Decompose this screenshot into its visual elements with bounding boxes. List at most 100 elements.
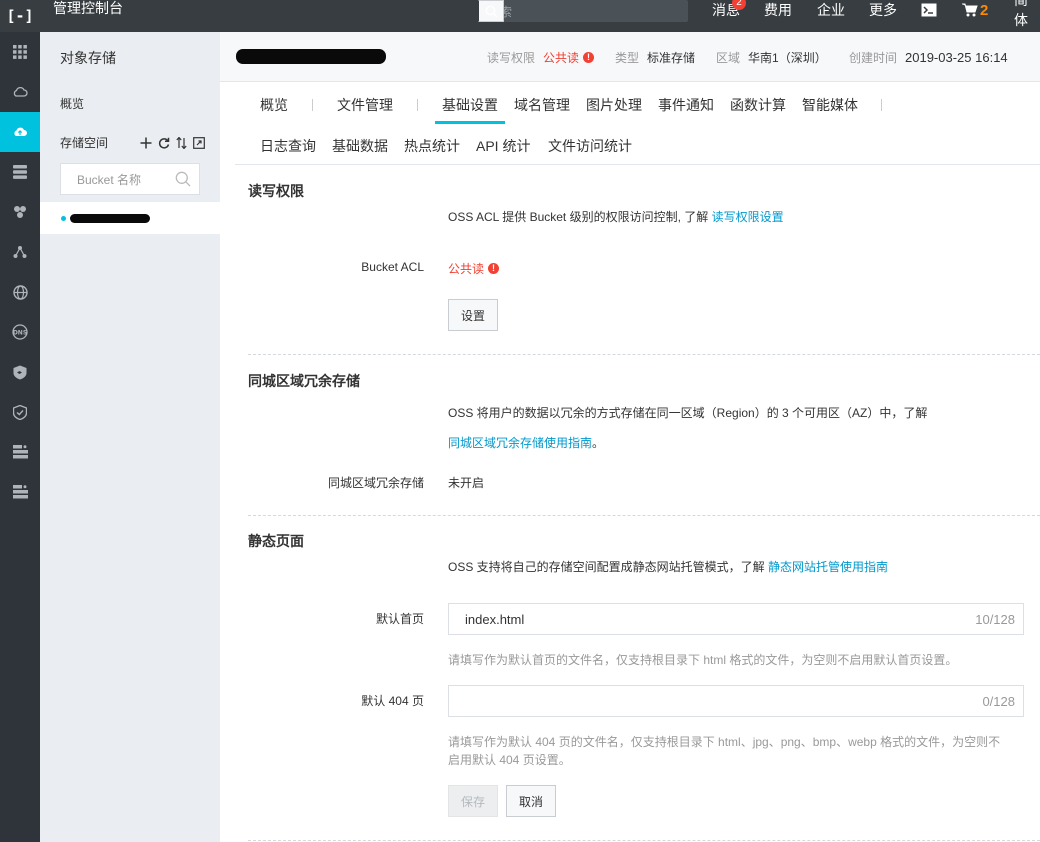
zrs-doc-line: 同城区域冗余存储使用指南。	[448, 436, 605, 450]
zrs-value: 未开启	[448, 476, 485, 490]
meta-type: 类型 标准存储	[615, 51, 696, 65]
tab-function-compute[interactable]: 函数计算	[730, 95, 786, 115]
tab-bar-border	[235, 164, 1040, 165]
tab-event-notification[interactable]: 事件通知	[658, 95, 714, 115]
save-button[interactable]: 保存	[448, 785, 498, 817]
redacted-bucket-title	[236, 49, 386, 64]
product-rail: DNS	[0, 32, 40, 842]
error-page-counter: 0/128	[982, 693, 1015, 709]
global-search[interactable]: 搜索	[478, 0, 688, 22]
tab-basic-settings[interactable]: 基础设置	[442, 95, 498, 115]
search-icon[interactable]	[478, 0, 504, 22]
zrs-doc-link[interactable]: 同城区域冗余存储使用指南	[448, 436, 592, 450]
acl-description: OSS ACL 提供 Bucket 级别的权限访问控制, 了解 读写权限设置	[448, 210, 784, 224]
messages-badge: 2	[732, 0, 746, 10]
error-page-field[interactable]: 0/128	[448, 685, 1024, 717]
tab-basic-data[interactable]: 基础数据	[332, 136, 388, 156]
bucket-header: 读写权限 公共读 ! 类型 标准存储 区域 华南1（深圳） 创建时间 2019-…	[220, 32, 1040, 82]
cloud-icon[interactable]	[0, 72, 40, 112]
grid-icon[interactable]	[0, 32, 40, 72]
shield-check-icon[interactable]	[0, 392, 40, 432]
redacted-bucket-name	[70, 213, 150, 223]
static-doc-link[interactable]: 静态网站托管使用指南	[768, 560, 888, 574]
error-page-label: 默认 404 页	[361, 694, 424, 708]
zrs-label: 同城区域冗余存储	[327, 476, 424, 490]
sidebar-item-overview[interactable]: 概览	[60, 95, 84, 112]
server-list-icon[interactable]	[0, 432, 40, 472]
server-list-alt-icon[interactable]	[0, 472, 40, 512]
sort-icon[interactable]	[176, 136, 187, 149]
buckets-header: 存储空间	[60, 134, 205, 151]
index-page-label: 默认首页	[375, 612, 424, 626]
tab-log-query[interactable]: 日志查询	[260, 136, 316, 156]
warning-icon: !	[488, 263, 500, 274]
tab-overview[interactable]: 概览	[260, 95, 288, 115]
search-icon[interactable]	[175, 171, 191, 187]
meta-region: 区域 华南1（深圳）	[716, 51, 827, 65]
tab-divider	[312, 99, 313, 111]
nav-fees[interactable]: 费用	[764, 0, 792, 20]
bucket-list-item[interactable]	[40, 202, 220, 234]
tab-intelligent-media[interactable]: 智能媒体	[802, 95, 858, 115]
tab-image-processing[interactable]: 图片处理	[586, 95, 642, 115]
hexagon-icon[interactable]	[0, 192, 40, 232]
section-divider	[248, 840, 1040, 841]
tab-domain-management[interactable]: 域名管理	[514, 95, 570, 115]
language-switch[interactable]: 简体	[1014, 0, 1040, 28]
refresh-icon[interactable]	[158, 137, 170, 149]
dns-icon[interactable]: DNS	[0, 312, 40, 352]
tab-api-stats[interactable]: API 统计	[476, 136, 530, 156]
tab-divider	[417, 99, 418, 111]
expand-icon[interactable]	[193, 136, 205, 149]
nav-more[interactable]: 更多	[869, 0, 897, 20]
index-page-field[interactable]: index.html 10/128	[448, 603, 1024, 635]
buckets-label: 存储空间	[60, 136, 109, 150]
network-icon[interactable]	[0, 232, 40, 272]
meta-created: 创建时间 2019-03-25 16:14	[849, 50, 1008, 65]
sidebar-title: 对象存储	[60, 50, 116, 66]
active-tab-indicator	[435, 121, 505, 124]
error-page-help: 请填写作为默认 404 页的文件名，仅支持根目录下 html、jpg、png、b…	[448, 735, 1001, 767]
bucket-acl-label: Bucket ACL	[361, 260, 424, 274]
active-dot	[61, 215, 66, 221]
tab-divider	[881, 99, 882, 111]
top-bar: [-] 管理控制台 搜索 消息 2 费用 企业 更多 2 简体	[0, 0, 1040, 32]
tab-file-access-stats[interactable]: 文件访问统计	[548, 136, 632, 156]
index-page-counter: 10/128	[975, 611, 1015, 627]
static-section-title: 静态页面	[248, 533, 304, 549]
warning-icon: !	[583, 52, 595, 63]
oss-cloud-icon[interactable]	[0, 112, 40, 152]
terminal-icon[interactable]	[921, 0, 937, 20]
globe-icon[interactable]	[0, 272, 40, 312]
bucket-search[interactable]: Bucket 名称	[60, 163, 200, 195]
tab-file-management[interactable]: 文件管理	[337, 95, 393, 115]
cart-button[interactable]: 2	[962, 0, 988, 20]
acl-value: 公共读	[543, 51, 580, 65]
static-description: OSS 支持将自己的存储空间配置成静态网站托管模式，了解 静态网站托管使用指南	[448, 560, 889, 574]
oss-sidebar: 对象存储 概览 存储空间 Bucket 名称	[40, 32, 220, 842]
nav-messages[interactable]: 消息 2	[712, 0, 746, 20]
database-icon[interactable]	[0, 152, 40, 192]
aliyun-logo[interactable]: [-]	[0, 0, 40, 32]
section-divider	[248, 515, 1040, 516]
acl-settings-button[interactable]: 设置	[448, 299, 498, 331]
shield-icon[interactable]	[0, 352, 40, 392]
add-icon[interactable]	[140, 137, 152, 149]
console-title[interactable]: 管理控制台	[53, 0, 123, 16]
zrs-description: OSS 将用户的数据以冗余的方式存储在同一区域（Region）的 3 个可用区（…	[448, 406, 928, 420]
bucket-search-input[interactable]: Bucket 名称	[61, 171, 175, 188]
zrs-section-title: 同城区域冗余存储	[248, 373, 360, 389]
bucket-acl-value: 公共读 !	[448, 260, 500, 277]
tab-hotspot-stats[interactable]: 热点统计	[404, 136, 460, 156]
index-page-help: 请填写作为默认首页的文件名，仅支持根目录下 html 格式的文件，为空则不启用默…	[448, 653, 958, 667]
acl-section-title: 读写权限	[248, 183, 304, 199]
nav-enterprise[interactable]: 企业	[817, 0, 845, 20]
svg-text:DNS: DNS	[13, 330, 27, 337]
cancel-button[interactable]: 取消	[506, 785, 556, 817]
index-page-input[interactable]: index.html	[449, 612, 975, 627]
cart-count: 2	[980, 1, 989, 19]
meta-acl: 读写权限 公共读 !	[487, 49, 595, 66]
acl-doc-link[interactable]: 读写权限设置	[712, 210, 784, 224]
global-search-input[interactable]: 搜索	[478, 3, 688, 20]
section-divider	[248, 354, 1040, 355]
